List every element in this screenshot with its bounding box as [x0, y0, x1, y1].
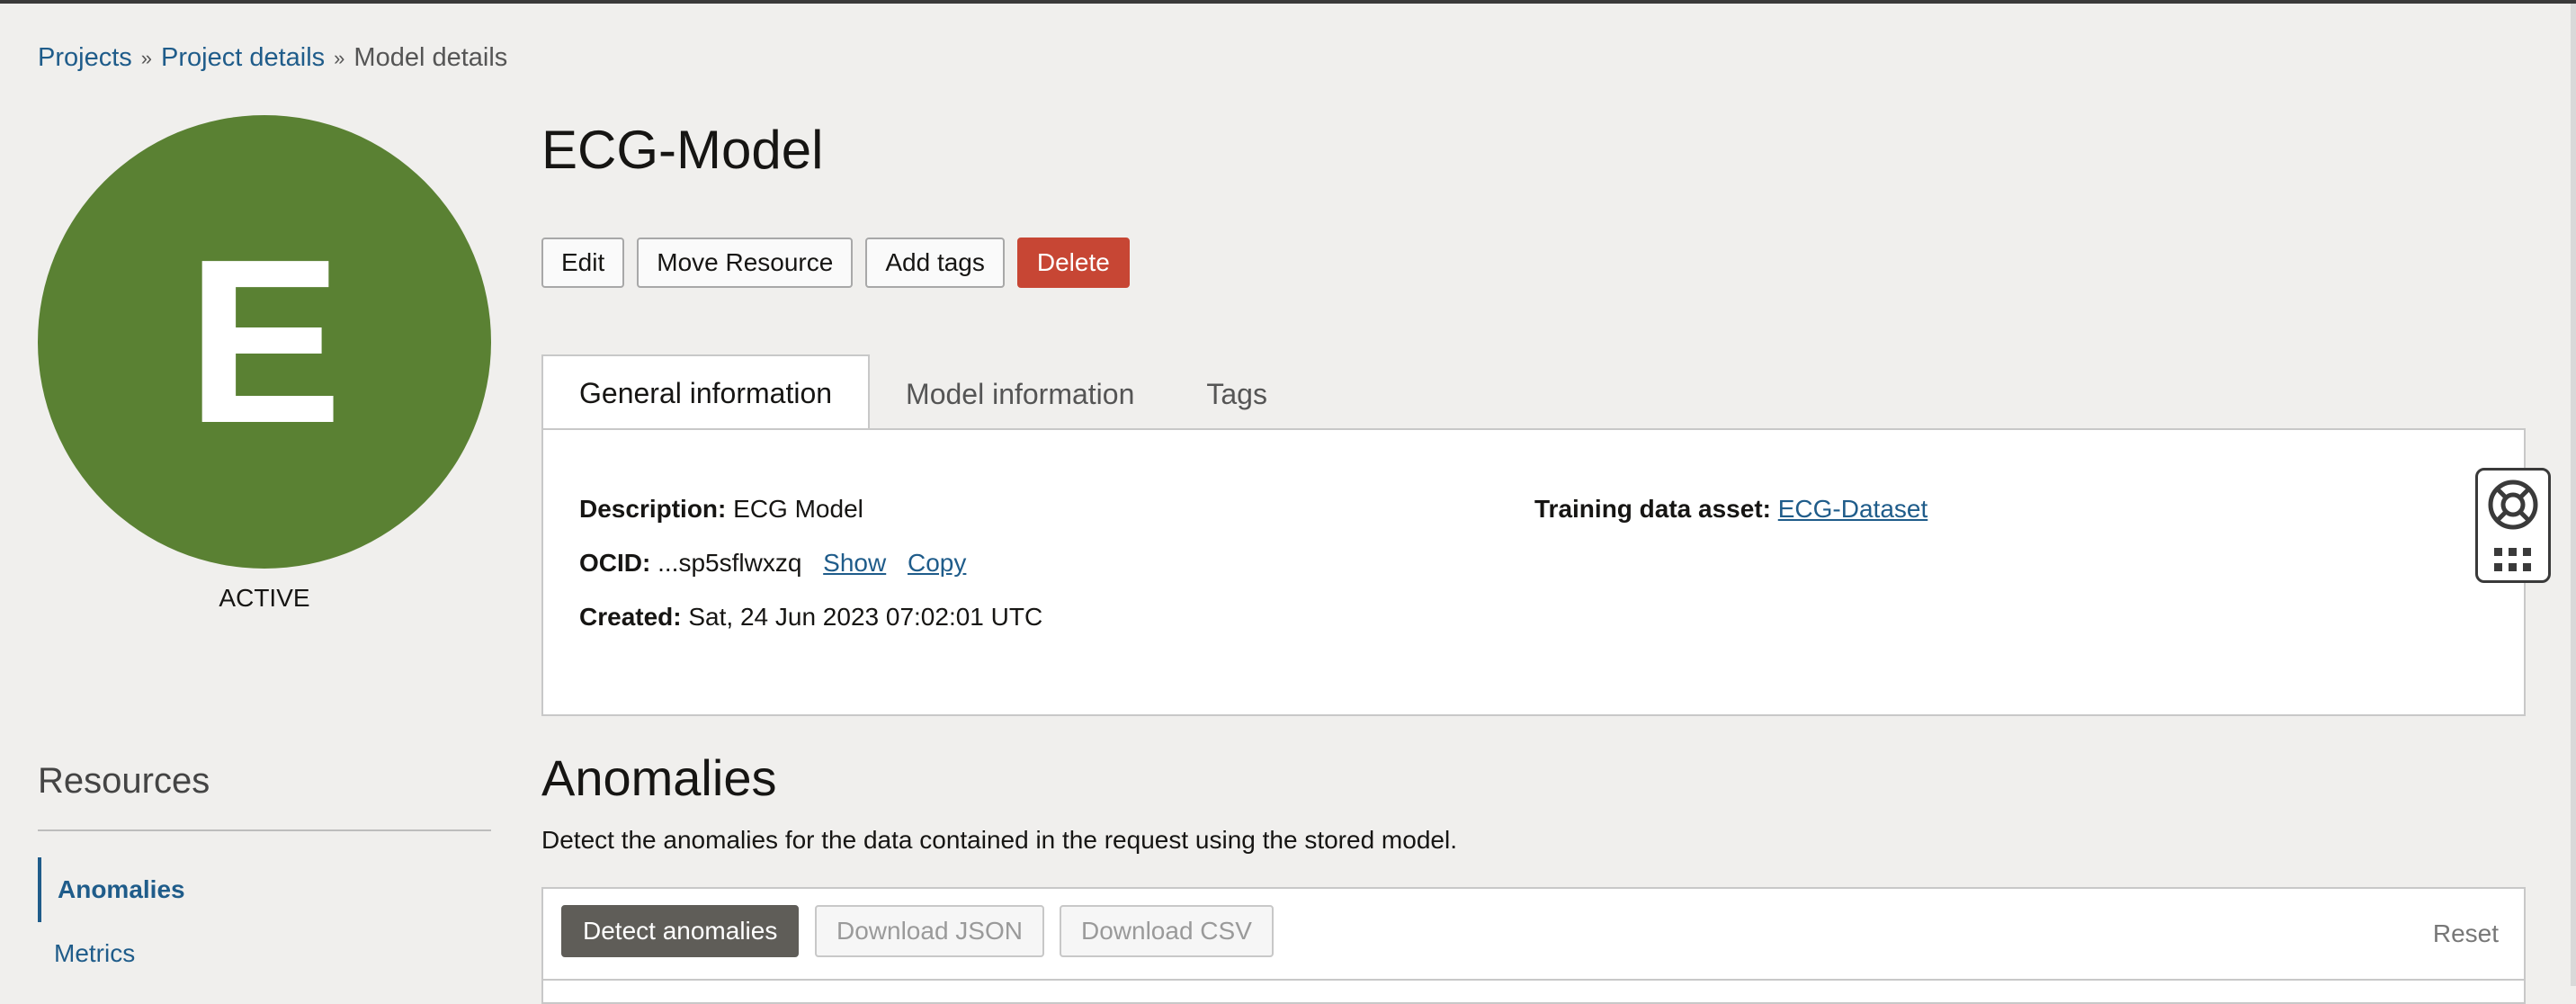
ocid-field: OCID: ...sp5sflwxzq Show Copy: [579, 549, 966, 578]
description-field: Description: ECG Model: [579, 495, 863, 524]
help-widget[interactable]: [2475, 468, 2551, 583]
apps-grid-icon[interactable]: [2492, 546, 2534, 573]
ocid-copy-link[interactable]: Copy: [908, 549, 966, 577]
toolbar-divider: [543, 979, 2524, 981]
anomalies-heading: Anomalies: [541, 749, 777, 806]
ocid-label: OCID:: [579, 549, 651, 577]
delete-button[interactable]: Delete: [1016, 238, 1130, 288]
general-info-panel: Description: ECG Model OCID: ...sp5sflwx…: [541, 428, 2526, 716]
ocid-value: ...sp5sflwxzq: [657, 549, 802, 577]
action-bar: Edit Move Resource Add tags Delete: [541, 238, 1130, 288]
download-json-button[interactable]: Download JSON: [815, 905, 1044, 957]
page-scrollbar[interactable]: [2571, 4, 2576, 986]
detect-anomalies-button[interactable]: Detect anomalies: [561, 905, 800, 957]
breadcrumb-project-details[interactable]: Project details: [161, 43, 325, 73]
ocid-show-link[interactable]: Show: [823, 549, 886, 577]
lifebuoy-icon[interactable]: [2486, 478, 2540, 532]
status-label: ACTIVE: [219, 584, 310, 612]
move-resource-button[interactable]: Move Resource: [637, 238, 854, 288]
training-asset-label: Training data asset:: [1534, 495, 1771, 523]
avatar-initial: E: [186, 211, 343, 472]
created-label: Created:: [579, 603, 682, 631]
resource-item-anomalies[interactable]: Anomalies: [38, 857, 185, 922]
description-label: Description:: [579, 495, 727, 523]
resources-divider: [38, 829, 491, 831]
reset-link[interactable]: Reset: [2433, 919, 2499, 948]
breadcrumb-current: Model details: [353, 43, 508, 72]
resource-item-metrics[interactable]: Metrics: [38, 939, 135, 968]
model-avatar: E: [38, 115, 491, 569]
breadcrumb: Projects » Project details » Model detai…: [38, 43, 507, 73]
created-value: Sat, 24 Jun 2023 07:02:01 UTC: [688, 603, 1043, 631]
breadcrumb-separator: »: [334, 46, 345, 69]
training-asset-field: Training data asset: ECG-Dataset: [1534, 495, 1928, 524]
edit-button[interactable]: Edit: [541, 238, 625, 288]
breadcrumb-separator: »: [140, 46, 153, 69]
add-tags-button[interactable]: Add tags: [865, 238, 1005, 288]
anomalies-toolbar: Detect anomalies Download JSON Download …: [541, 887, 2526, 1004]
tab-model-information[interactable]: Model information: [870, 358, 1170, 430]
description-value: ECG Model: [733, 495, 863, 523]
created-field: Created: Sat, 24 Jun 2023 07:02:01 UTC: [579, 603, 1042, 632]
anomalies-description: Detect the anomalies for the data contai…: [541, 826, 1457, 854]
training-asset-link[interactable]: ECG-Dataset: [1778, 495, 1928, 523]
download-csv-button[interactable]: Download CSV: [1060, 905, 1274, 957]
tab-general-information[interactable]: General information: [541, 354, 871, 430]
tab-tags[interactable]: Tags: [1170, 358, 1303, 430]
page-title: ECG-Model: [541, 120, 824, 180]
resources-heading: Resources: [38, 761, 210, 801]
detail-tabs: General information Model information Ta…: [541, 354, 1303, 430]
breadcrumb-projects[interactable]: Projects: [38, 43, 132, 73]
